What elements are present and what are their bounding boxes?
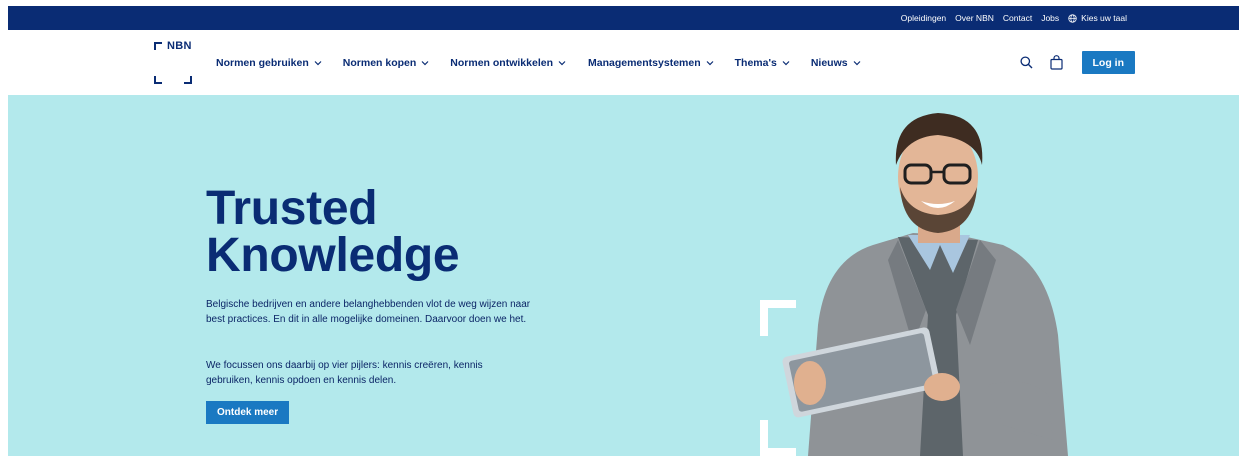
chevron-down-icon	[421, 60, 429, 65]
search-button[interactable]	[1019, 55, 1035, 71]
cart-button[interactable]	[1049, 55, 1065, 71]
hero-paragraph-2: We focussen ons daarbij op vier pijlers:…	[206, 360, 483, 386]
nav-label: Normen ontwikkelen	[450, 56, 553, 69]
link-opleidingen[interactable]: Opleidingen	[901, 13, 946, 23]
hero-photo-man-with-tablet	[760, 113, 1068, 456]
hero-title-line1: Trusted	[206, 182, 378, 235]
chevron-down-icon	[558, 60, 566, 65]
logo-corner-bottom-right	[184, 76, 192, 84]
page: Opleidingen Over NBN Contact Jobs Kies u…	[8, 6, 1239, 456]
login-button[interactable]: Log in	[1081, 51, 1135, 74]
nav-themas[interactable]: Thema's	[735, 57, 790, 69]
link-over-nbn[interactable]: Over NBN	[955, 13, 994, 23]
shopping-bag-icon	[1050, 55, 1063, 70]
nav-managementsystemen[interactable]: Managementsystemen	[588, 57, 714, 69]
language-selector[interactable]: Kies uw taal	[1068, 13, 1127, 23]
nav-label: Managementsystemen	[588, 56, 701, 69]
nav-label: Normen kopen	[342, 56, 417, 69]
logo-corner-bottom-left	[154, 76, 162, 84]
logo-corner-top-left	[154, 42, 162, 50]
language-label: Kies uw taal	[1081, 13, 1127, 23]
nav-normen-gebruiken[interactable]: Normen gebruiken	[216, 57, 322, 69]
header-actions: Log in	[1019, 30, 1135, 95]
top-utility-bar: Opleidingen Over NBN Contact Jobs Kies u…	[8, 6, 1239, 30]
logo-text: NBN	[167, 40, 192, 52]
hero-title-line2: Knowledge	[206, 229, 460, 282]
hero-title: Trusted Knowledge	[206, 182, 460, 282]
hero-paragraph-1: Belgische bedrijven en andere belanghebb…	[206, 299, 531, 325]
chevron-down-icon	[706, 60, 714, 65]
main-nav: Normen gebruiken Normen kopen Normen ont…	[216, 30, 861, 95]
main-header: NBN Normen gebruiken Normen kopen Normen…	[8, 30, 1239, 95]
nav-normen-kopen[interactable]: Normen kopen	[343, 57, 430, 69]
nav-label: Nieuws	[810, 56, 848, 69]
link-contact[interactable]: Contact	[1003, 13, 1032, 23]
nav-normen-ontwikkelen[interactable]: Normen ontwikkelen	[450, 57, 566, 69]
chevron-down-icon	[782, 60, 790, 65]
nav-label: Thema's	[734, 56, 777, 69]
globe-icon	[1068, 13, 1077, 23]
ontdek-meer-button[interactable]: Ontdek meer	[206, 401, 290, 424]
chevron-down-icon	[314, 60, 322, 65]
chevron-down-icon	[853, 60, 861, 65]
nbn-logo[interactable]: NBN	[154, 40, 196, 84]
search-icon	[1020, 56, 1033, 69]
link-jobs[interactable]: Jobs	[1041, 13, 1059, 23]
nav-label: Normen gebruiken	[216, 56, 309, 69]
nav-nieuws[interactable]: Nieuws	[811, 57, 861, 69]
utility-links: Opleidingen Over NBN Contact Jobs Kies u…	[901, 6, 1127, 30]
hero-section: Trusted Knowledge Belgische bedrijven en…	[8, 95, 1239, 456]
